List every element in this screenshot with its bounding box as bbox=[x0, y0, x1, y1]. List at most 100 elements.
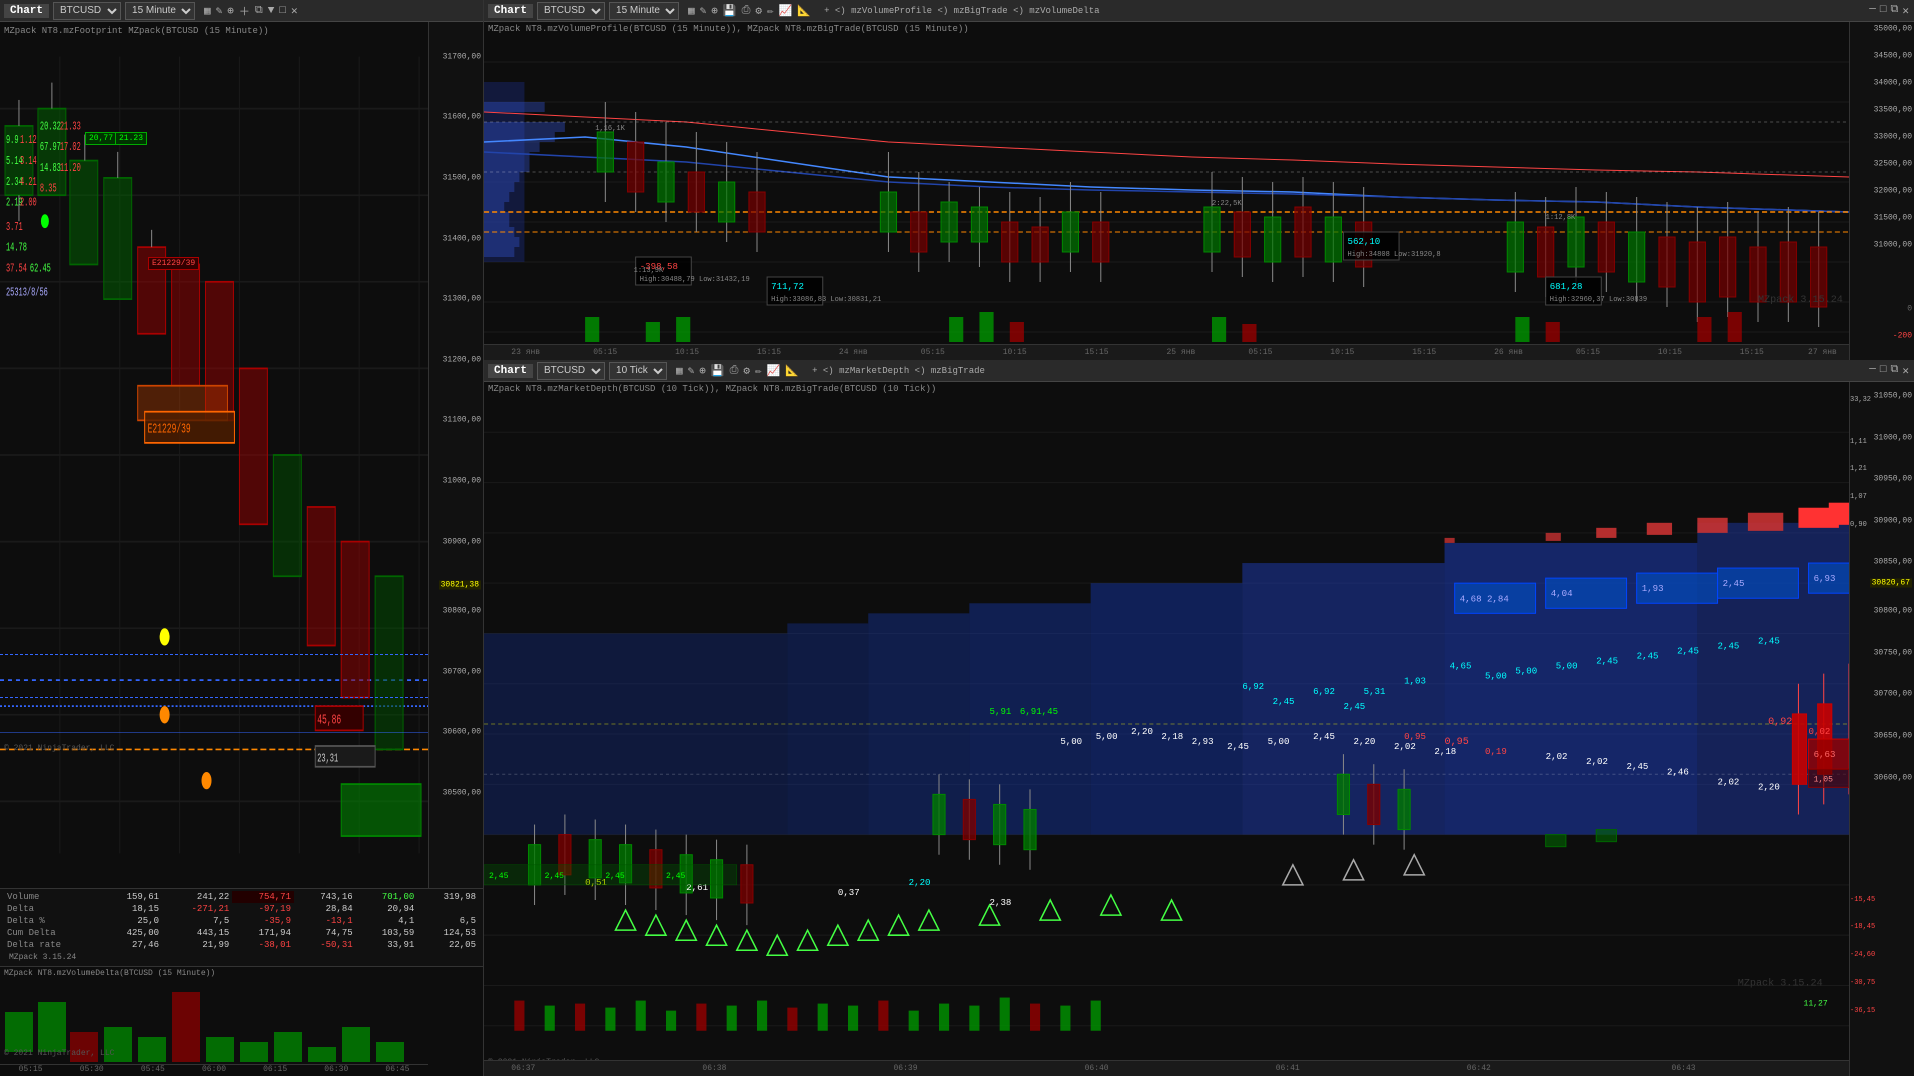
price-31200: 31200,00 bbox=[443, 355, 481, 364]
svg-text:5,00: 5,00 bbox=[1096, 731, 1118, 742]
rb-print-icon[interactable]: ⎙ bbox=[729, 364, 740, 378]
vol-v5: 701,00 bbox=[356, 891, 418, 903]
rbp-right-neg3075: -30,75 bbox=[1850, 979, 1875, 987]
svg-text:711,72: 711,72 bbox=[771, 281, 804, 292]
svg-text:562,10: 562,10 bbox=[1347, 236, 1380, 247]
rb-symbol-select[interactable]: BTCUSD bbox=[537, 362, 605, 380]
svg-text:62.45: 62.45 bbox=[30, 262, 51, 275]
right-top-chart-content: MZpack NT8.mzVolumeProfile(BTCUSD (15 Mi… bbox=[484, 22, 1914, 360]
rbp-right-3332: 33,32 bbox=[1850, 396, 1871, 404]
svg-text:E21229/39: E21229/39 bbox=[148, 423, 191, 438]
time-0600: 06:00 bbox=[202, 1065, 226, 1074]
right-top-symbol-select[interactable]: BTCUSD bbox=[537, 2, 605, 20]
delta-label: Delta bbox=[4, 903, 100, 915]
rb-title-bar[interactable]: Chart bbox=[488, 364, 533, 378]
svg-text:5,00: 5,00 bbox=[1556, 661, 1578, 672]
rtp-34500: 34500,00 bbox=[1874, 51, 1912, 60]
svg-text:2,45: 2,45 bbox=[1227, 741, 1249, 752]
svg-text:2,45: 2,45 bbox=[1627, 761, 1649, 772]
copy-icon[interactable]: ⧉ bbox=[254, 4, 264, 18]
svg-text:4.21: 4.21 bbox=[20, 175, 37, 188]
rt-restore-icon[interactable]: ⧉ bbox=[1890, 3, 1900, 19]
left-timeframe-select[interactable]: 15 Minute bbox=[125, 2, 195, 20]
left-symbol-select[interactable]: BTCUSD bbox=[53, 2, 121, 20]
rb-restore-icon[interactable]: ⧉ bbox=[1890, 363, 1900, 379]
svg-text:0,37: 0,37 bbox=[838, 887, 860, 898]
rt-zoom-icon[interactable]: ⊕ bbox=[710, 3, 719, 19]
left-chart-area: MZpack NT8.mzFootprint MZpack(BTCUSD (15… bbox=[0, 22, 483, 888]
price-31600: 31600,00 bbox=[443, 113, 481, 122]
rt-draw-icon[interactable]: ✎ bbox=[699, 3, 708, 19]
right-top-chart-main: MZpack NT8.mzVolumeProfile(BTCUSD (15 Mi… bbox=[484, 22, 1849, 360]
bar-chart-icon[interactable]: ▦ bbox=[203, 3, 212, 19]
rb-close-icon[interactable]: ✕ bbox=[1901, 363, 1910, 379]
svg-text:21.33: 21.33 bbox=[60, 120, 81, 133]
draw-icon[interactable]: ✎ bbox=[215, 3, 224, 19]
close-icon[interactable]: ✕ bbox=[290, 3, 299, 19]
svg-text:1:12,8K: 1:12,8K bbox=[1546, 214, 1576, 222]
rt-close-icon[interactable]: ✕ bbox=[1901, 3, 1910, 19]
rb-maximize-icon[interactable]: □ bbox=[1879, 363, 1888, 379]
rb-window-controls: ─ □ ⧉ ✕ bbox=[1868, 363, 1910, 379]
svg-text:5,00: 5,00 bbox=[1060, 736, 1082, 747]
rb-draw2-icon[interactable]: ✏ bbox=[754, 363, 763, 379]
right-top-time-axis: 23 янв 05:15 10:15 15:15 24 янв 05:15 10… bbox=[484, 344, 1849, 360]
right-top-title-bar[interactable]: Chart bbox=[488, 4, 533, 18]
plus-icon[interactable]: ＋ bbox=[238, 2, 251, 20]
time-0515-rt: 05:15 bbox=[593, 348, 617, 357]
cd-v4: 74,75 bbox=[294, 927, 356, 939]
arrow-icon[interactable]: ▼ bbox=[267, 4, 276, 18]
rb-timeframe-select[interactable]: 10 Tick bbox=[609, 362, 667, 380]
rb-minimize-icon[interactable]: ─ bbox=[1868, 363, 1877, 379]
left-price-sidebar: 31700,00 31600,00 31500,00 31400,00 3130… bbox=[428, 22, 483, 888]
svg-text:0,02: 0,02 bbox=[1809, 726, 1831, 737]
rb-save-icon[interactable]: 💾 bbox=[710, 363, 726, 379]
svg-text:High:33086,83 Low:30831,21: High:33086,83 Low:30831,21 bbox=[771, 296, 881, 304]
price-30600: 30600,00 bbox=[443, 728, 481, 737]
stats-table: Volume 159,61 241,22 754,71 743,16 701,0… bbox=[4, 891, 479, 951]
right-top-timeframe-select[interactable]: 15 Minute bbox=[609, 2, 679, 20]
rt-save-icon[interactable]: 💾 bbox=[722, 3, 738, 19]
left-copyright: © 2021 NinjaTrader, LLC bbox=[4, 1049, 114, 1058]
minimize-icon[interactable]: □ bbox=[278, 4, 287, 18]
delta-pct-label: Delta % bbox=[4, 915, 100, 927]
volume-label: Volume bbox=[4, 891, 100, 903]
rb-toolbar-icons: ▦ ✎ ⊕ 💾 ⎙ ⚙ ✏ 📈 📐 bbox=[675, 363, 800, 379]
time-0515-2: 05:15 bbox=[921, 348, 945, 357]
rt-minimize-icon[interactable]: ─ bbox=[1868, 3, 1877, 19]
vol-v6: 319,98 bbox=[417, 891, 479, 903]
rt-ruler-icon[interactable]: 📐 bbox=[796, 3, 812, 19]
rb-time-0643: 06:43 bbox=[1672, 1064, 1696, 1073]
rbp-30800: 30800,00 bbox=[1874, 607, 1912, 616]
rt-print-icon[interactable]: ⎙ bbox=[741, 4, 752, 18]
left-chart-svg: 45,86 23,31 E21229/39 bbox=[0, 22, 428, 888]
rt-bar-chart-icon[interactable]: ▦ bbox=[687, 3, 696, 19]
rt-indicators-label: + <) mzVolumeProfile <) mzBigTrade <) mz… bbox=[824, 6, 1099, 16]
vol-v2: 241,22 bbox=[162, 891, 232, 903]
left-chart-title-bar[interactable]: Chart bbox=[4, 4, 49, 18]
dpct-v2: 7,5 bbox=[162, 915, 232, 927]
rt-draw2-icon[interactable]: ✏ bbox=[766, 3, 775, 19]
price-31000: 31000,00 bbox=[443, 476, 481, 485]
rt-settings-icon[interactable]: ⚙ bbox=[754, 3, 763, 19]
svg-text:14.78: 14.78 bbox=[6, 241, 27, 254]
rt-window-controls: ─ □ ⧉ ✕ bbox=[1868, 3, 1910, 19]
delta-rate-label: Delta rate bbox=[4, 939, 100, 951]
svg-text:6,63: 6,63 bbox=[1814, 749, 1836, 760]
rb-ruler-icon[interactable]: 📐 bbox=[784, 363, 800, 379]
time-0515: 05:15 bbox=[19, 1065, 43, 1074]
rb-bar-chart-icon[interactable]: ▦ bbox=[675, 363, 684, 379]
cd-v3: 171,94 bbox=[232, 927, 294, 939]
rb-settings-icon[interactable]: ⚙ bbox=[742, 363, 751, 379]
rb-draw-icon[interactable]: ✎ bbox=[687, 363, 696, 379]
rtp-31000: 31000,00 bbox=[1874, 241, 1912, 250]
rtp-0: 0 bbox=[1907, 305, 1912, 314]
rt-trend-icon[interactable]: 📈 bbox=[778, 3, 794, 19]
rbp-right-121: 1,21 bbox=[1850, 465, 1867, 473]
rb-zoom-icon[interactable]: ⊕ bbox=[698, 363, 707, 379]
dr-v6: 22,05 bbox=[417, 939, 479, 951]
price-31300: 31300,00 bbox=[443, 295, 481, 304]
rt-maximize-icon[interactable]: □ bbox=[1879, 3, 1888, 19]
rb-trend-icon[interactable]: 📈 bbox=[766, 363, 782, 379]
zoom-icon[interactable]: ⊕ bbox=[226, 3, 235, 19]
